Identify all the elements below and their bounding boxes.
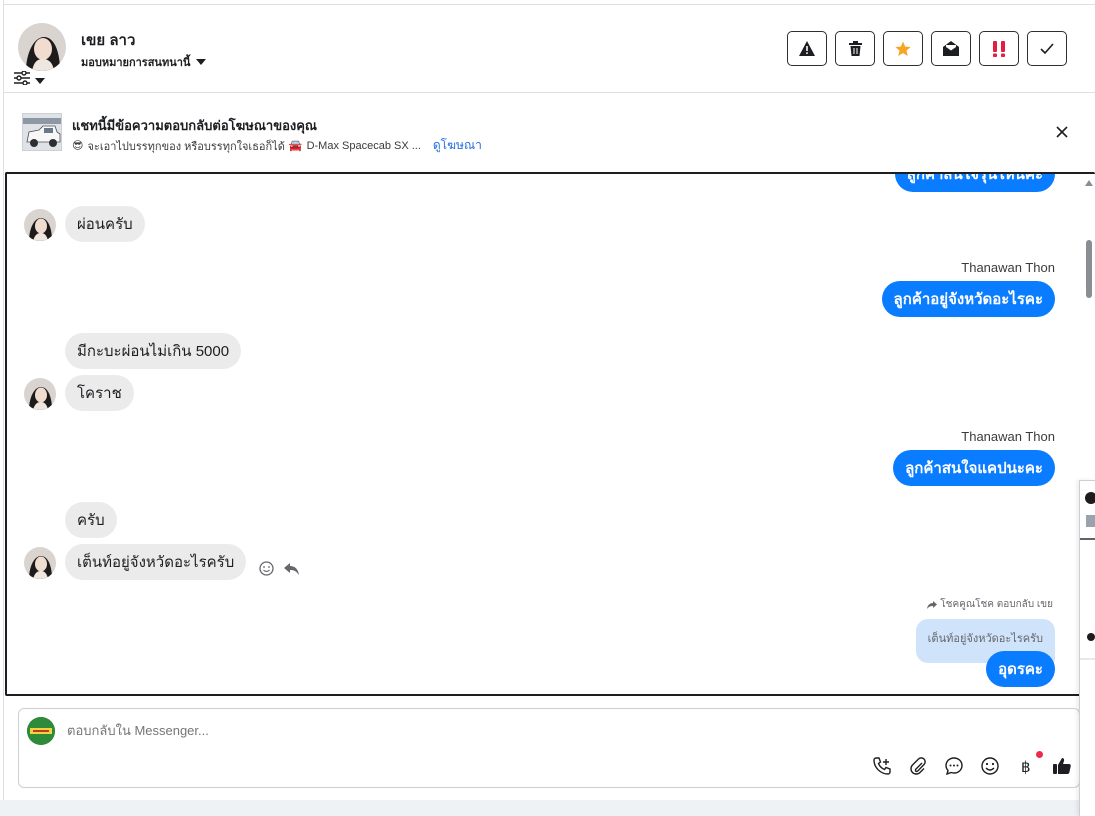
caret-down-icon xyxy=(196,59,207,65)
reply-button[interactable] xyxy=(284,562,299,580)
message-incoming: เต็นท์อยู่จังหวัดอะไรครับ xyxy=(65,544,247,580)
attach-button[interactable] xyxy=(907,755,929,777)
thumbs-up-icon xyxy=(1053,758,1071,774)
sender-avatar xyxy=(24,547,56,579)
scroll-up-arrow[interactable] xyxy=(1085,180,1093,186)
message-incoming: ผ่อนครับ xyxy=(65,206,145,242)
message-incoming: โคราช xyxy=(65,375,134,411)
assign-label: มอบหมายการสนทนานี้ xyxy=(81,57,191,69)
check-icon xyxy=(1040,43,1054,54)
ad-banner-title: แชทนี้มีข้อความตอบกลับต่อโฆษณาของคุณ xyxy=(72,118,317,133)
conversation-toolbar xyxy=(787,31,1067,66)
emoji-button[interactable] xyxy=(979,755,1001,777)
conversation-header: เขย ลาว มอบหมายการสนทนานี้ xyxy=(4,4,1095,93)
paperclip-icon xyxy=(910,757,926,775)
chat-bubble-icon xyxy=(945,757,963,775)
react-button[interactable] xyxy=(259,561,274,581)
reply-arrow-icon xyxy=(927,600,938,609)
reply-note-text: โชคคูณโชค ตอบกลับ เขย xyxy=(940,599,1053,610)
mark-unread-button[interactable] xyxy=(931,31,971,66)
message-composer: ฿ xyxy=(18,708,1080,788)
car-emoji: 🚘 xyxy=(288,140,303,152)
close-banner-button[interactable] xyxy=(1053,123,1071,141)
ad-reply-banner: แชทนี้มีข้อความตอบกลับต่อโฆษณาของคุณ 😎 จ… xyxy=(4,93,1095,172)
call-button[interactable] xyxy=(871,755,893,777)
smiley-icon xyxy=(259,561,274,576)
star-icon xyxy=(895,41,911,56)
message-incoming: ครับ xyxy=(65,502,117,538)
composer-tools: ฿ xyxy=(871,751,1073,777)
sunglasses-emoji: 😎 xyxy=(72,140,84,152)
message-outgoing: ลูกค้าอยู่จังหวัดอะไรคะ xyxy=(881,281,1055,317)
message-actions xyxy=(259,561,299,581)
sender-avatar xyxy=(24,209,56,241)
filter-settings-button[interactable] xyxy=(14,70,45,90)
smiley-icon xyxy=(981,757,999,775)
message-outgoing: ลูกค้าสนใจแคปนะคะ xyxy=(893,450,1055,486)
payment-button[interactable]: ฿ xyxy=(1015,751,1043,777)
reply-note: โชคคูณโชค ตอบกลับ เขย xyxy=(927,597,1053,612)
view-ad-link[interactable]: ดูโฆษณา xyxy=(433,136,482,155)
notification-dot xyxy=(1036,751,1043,758)
inbox-page: เขย ลาว มอบหมายการสนทนานี้ แชทนี้มีข้อคว… xyxy=(0,0,1095,816)
trash-icon xyxy=(848,41,862,56)
exclamation-icon xyxy=(993,40,1005,57)
svg-text:฿: ฿ xyxy=(1021,758,1031,775)
message-outgoing: อุดรคะ xyxy=(986,651,1055,687)
close-icon xyxy=(1056,126,1068,138)
ad-thumbnail[interactable] xyxy=(22,113,62,151)
caret-down-icon xyxy=(35,77,45,84)
sender-name: Thanawan Thon xyxy=(961,429,1055,444)
footer-band xyxy=(0,800,1095,816)
saved-replies-button[interactable] xyxy=(943,755,965,777)
baht-icon: ฿ xyxy=(1021,758,1031,775)
ad-banner-subtitle: 😎 จะเอาไปบรรทุกของ หรือบรรทุกใจเธอก็ได้ … xyxy=(72,136,482,155)
message-outgoing: ลูกค้าสนใจรุ่นไหนค่ะ xyxy=(894,174,1055,192)
delete-button[interactable] xyxy=(835,31,875,66)
page-logo xyxy=(27,717,55,745)
warning-icon xyxy=(799,41,815,56)
report-spam-button[interactable] xyxy=(787,31,827,66)
phone-plus-icon xyxy=(873,757,891,775)
like-button[interactable] xyxy=(1051,755,1073,777)
scroll-thumb[interactable] xyxy=(1086,240,1092,298)
assign-dropdown[interactable]: มอบหมายการสนทนานี้ xyxy=(81,53,207,71)
message-input[interactable] xyxy=(67,723,867,738)
sender-name: Thanawan Thon xyxy=(961,260,1055,275)
envelope-open-icon xyxy=(943,41,959,56)
contact-avatar[interactable] xyxy=(18,23,66,71)
sender-avatar xyxy=(24,378,56,410)
message-thread[interactable]: ลูกค้าสนใจรุ่นไหนค่ะ ผ่อนครับ Thanawan T… xyxy=(5,172,1095,696)
mark-done-button[interactable] xyxy=(1027,31,1067,66)
floating-side-panel[interactable] xyxy=(1079,480,1095,816)
star-button[interactable] xyxy=(883,31,923,66)
contact-name[interactable]: เขย ลาว xyxy=(81,28,135,52)
message-incoming: มีกะบะผ่อนไม่เกิน 5000 xyxy=(65,333,242,369)
reply-icon xyxy=(284,563,299,575)
follow-up-button[interactable] xyxy=(979,31,1019,66)
ad-name: D-Max Spacecab SX ... xyxy=(306,139,421,152)
sliders-icon xyxy=(14,70,30,90)
ad-caption: จะเอาไปบรรทุกของ หรือบรรทุกใจเธอก็ได้ xyxy=(87,140,285,153)
